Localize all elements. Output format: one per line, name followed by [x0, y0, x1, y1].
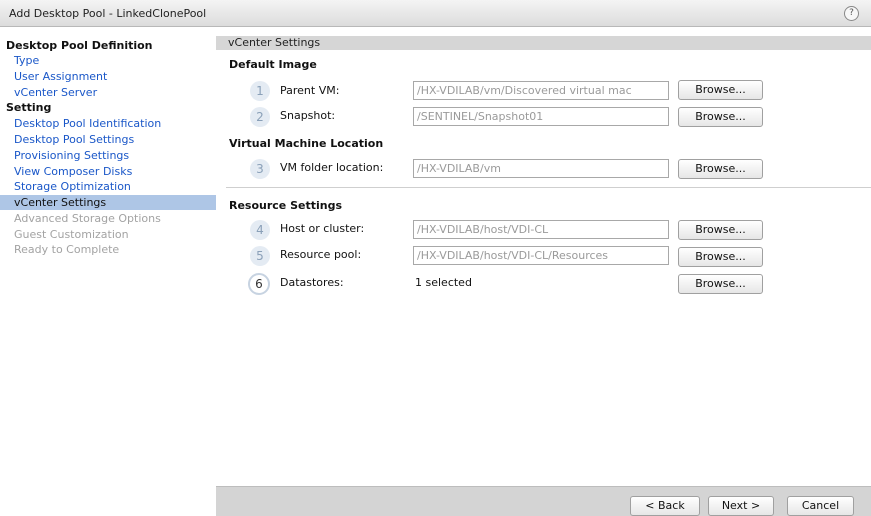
- parent-vm-label: Parent VM:: [280, 84, 340, 97]
- back-button[interactable]: < Back: [630, 496, 700, 516]
- sidebar-item-advanced-storage-options: Advanced Storage Options: [14, 212, 161, 225]
- sidebar-item-desktop-pool-identification[interactable]: Desktop Pool Identification: [0, 116, 216, 131]
- snapshot-browse-button[interactable]: Browse...: [678, 107, 763, 127]
- sidebar-item-desktop-pool-settings[interactable]: Desktop Pool Settings: [0, 132, 216, 147]
- sidebar-heading-setting: Setting: [6, 101, 52, 114]
- step-number-2: 2: [250, 107, 270, 127]
- parent-vm-browse-button[interactable]: Browse...: [678, 80, 763, 100]
- sidebar-item-view-composer-disks[interactable]: View Composer Disks: [0, 164, 216, 179]
- vm-folder-browse-button[interactable]: Browse...: [678, 159, 763, 179]
- next-button[interactable]: Next >: [708, 496, 774, 516]
- snapshot-field[interactable]: /SENTINEL/Snapshot01: [413, 107, 669, 126]
- resource-pool-label: Resource pool:: [280, 248, 362, 261]
- cancel-button[interactable]: Cancel: [787, 496, 854, 516]
- host-or-cluster-field[interactable]: /HX-VDILAB/host/VDI-CL: [413, 220, 669, 239]
- wizard-footer: < Back Next > Cancel: [216, 486, 871, 516]
- section-divider: [226, 187, 871, 188]
- help-icon[interactable]: ?: [844, 6, 859, 21]
- host-or-cluster-label: Host or cluster:: [280, 222, 365, 235]
- step-number-4: 4: [250, 220, 270, 240]
- sidebar-item-ready-to-complete: Ready to Complete: [14, 243, 120, 256]
- vcenter-settings-panel: vCenter Settings Default Image 1 Parent …: [216, 36, 871, 486]
- section-resource-settings: Resource Settings: [229, 199, 343, 212]
- step-number-5: 5: [250, 246, 270, 266]
- resource-pool-browse-button[interactable]: Browse...: [678, 247, 763, 267]
- step-number-1: 1: [250, 81, 270, 101]
- step-number-6: 6: [248, 273, 270, 295]
- panel-header: vCenter Settings: [216, 36, 871, 50]
- sidebar-item-type[interactable]: Type: [0, 53, 216, 68]
- parent-vm-field[interactable]: /HX-VDILAB/vm/Discovered virtual mac: [413, 81, 669, 100]
- snapshot-label: Snapshot:: [280, 109, 336, 122]
- datastores-browse-button[interactable]: Browse...: [678, 274, 763, 294]
- vm-folder-location-field[interactable]: /HX-VDILAB/vm: [413, 159, 669, 178]
- sidebar-item-vcenter-settings[interactable]: vCenter Settings: [0, 195, 216, 210]
- host-browse-button[interactable]: Browse...: [678, 220, 763, 240]
- dialog-title: Add Desktop Pool - LinkedClonePool: [9, 7, 207, 20]
- sidebar-heading-desktop-pool-definition: Desktop Pool Definition: [6, 39, 153, 52]
- wizard-step-sidebar: Desktop Pool Definition Type User Assign…: [0, 36, 216, 486]
- resource-pool-field[interactable]: /HX-VDILAB/host/VDI-CL/Resources: [413, 246, 669, 265]
- step-number-3: 3: [250, 159, 270, 179]
- section-default-image: Default Image: [229, 58, 317, 71]
- sidebar-item-guest-customization: Guest Customization: [14, 228, 129, 241]
- dialog-title-bar: Add Desktop Pool - LinkedClonePool ?: [0, 0, 871, 27]
- section-vm-location: Virtual Machine Location: [229, 137, 384, 150]
- sidebar-item-provisioning-settings[interactable]: Provisioning Settings: [0, 148, 216, 163]
- sidebar-item-user-assignment[interactable]: User Assignment: [0, 69, 216, 84]
- vm-folder-location-label: VM folder location:: [280, 161, 384, 174]
- datastores-value: 1 selected: [415, 276, 472, 289]
- sidebar-item-storage-optimization[interactable]: Storage Optimization: [0, 179, 216, 194]
- sidebar-item-vcenter-server[interactable]: vCenter Server: [0, 85, 216, 100]
- datastores-label: Datastores:: [280, 276, 344, 289]
